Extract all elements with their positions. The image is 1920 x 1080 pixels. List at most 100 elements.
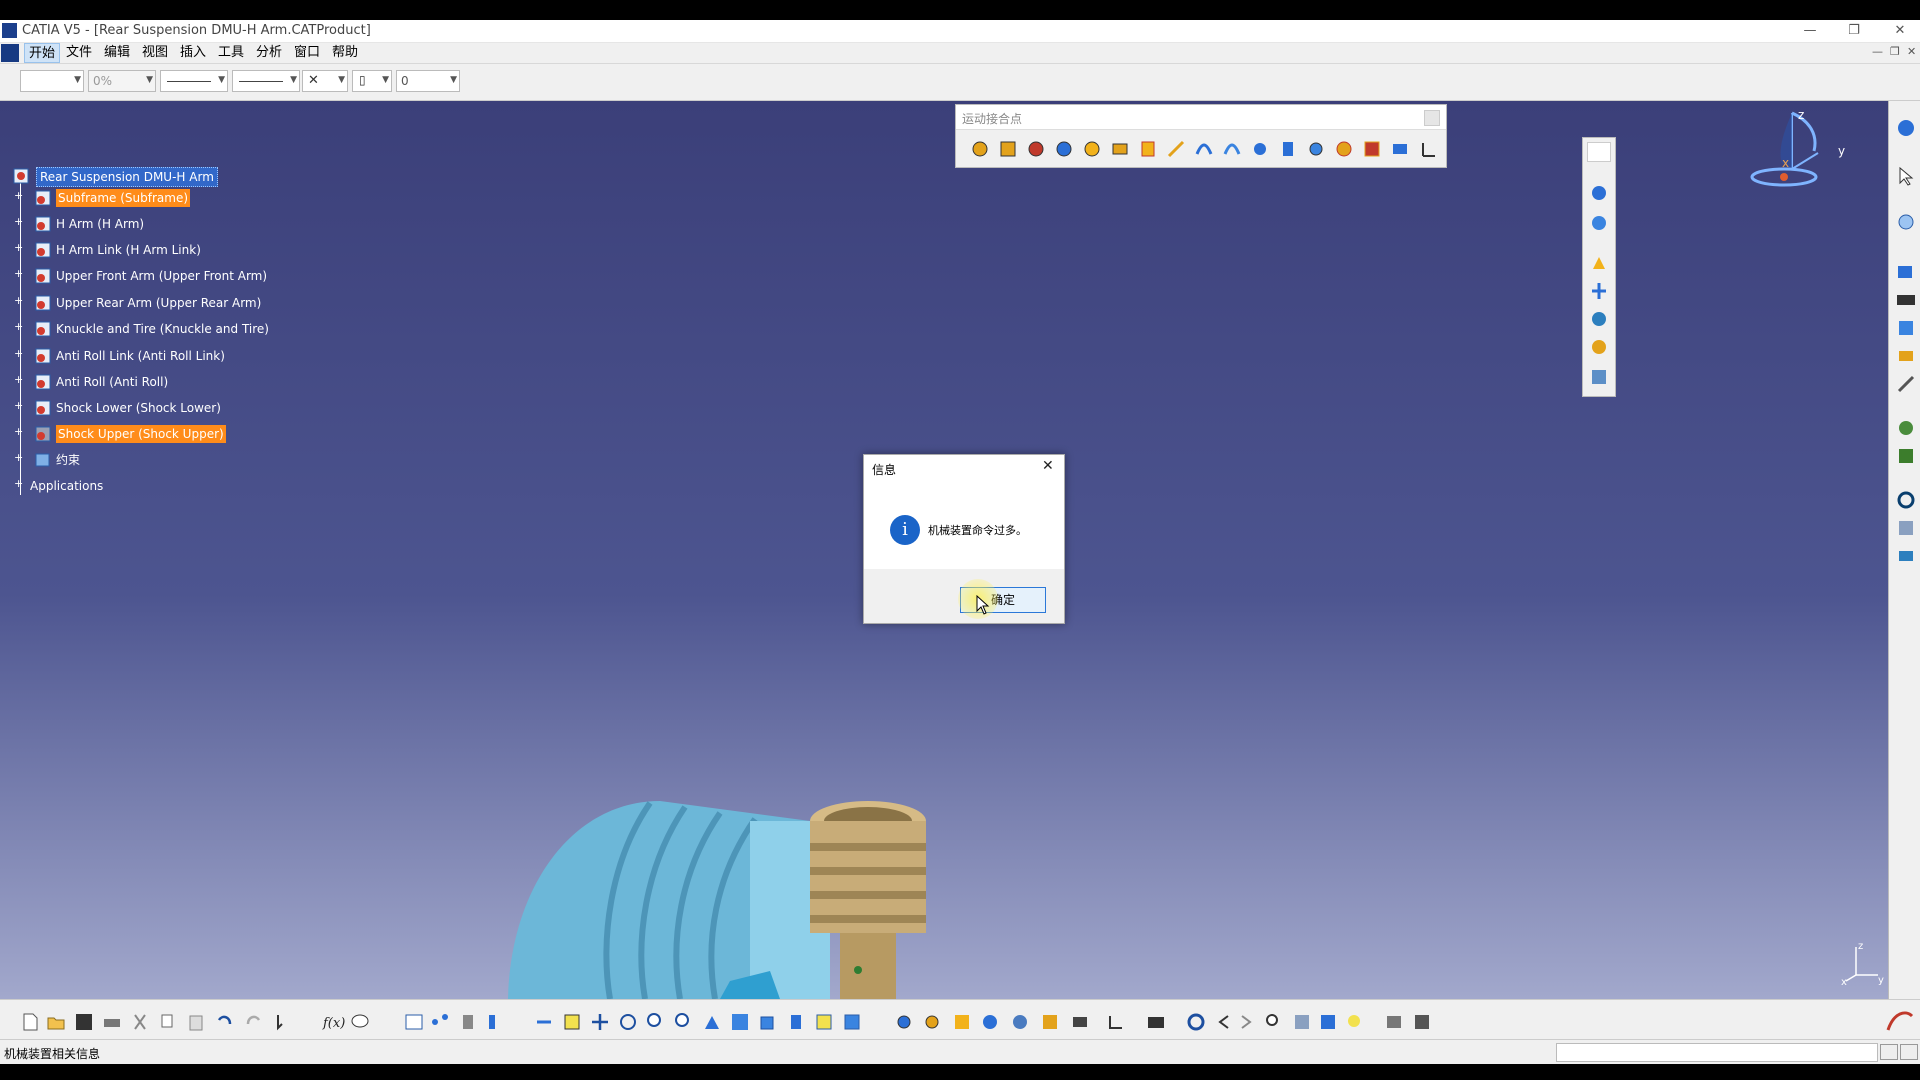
tree-item-shock-upper[interactable]: Shock Upper (Shock Upper) xyxy=(56,425,226,443)
tree-item-upper-rear-arm[interactable]: Upper Rear Arm (Upper Rear Arm) xyxy=(56,294,261,312)
expand-icon[interactable]: + xyxy=(14,477,23,490)
settings-icon[interactable] xyxy=(922,1012,942,1032)
publish-icon[interactable] xyxy=(458,1012,478,1032)
point-surface-joint-icon[interactable] xyxy=(1250,139,1270,159)
sensor-icon[interactable] xyxy=(1895,545,1917,567)
tree-item-upper-front-arm[interactable]: Upper Front Arm (Upper Front Arm) xyxy=(56,267,267,285)
suspension-model[interactable] xyxy=(480,721,960,999)
compass-icon[interactable]: z y x xyxy=(1748,105,1848,199)
rotate-icon[interactable] xyxy=(618,1012,638,1032)
properties-icon[interactable] xyxy=(486,1012,506,1032)
swept-volume-icon[interactable] xyxy=(1589,253,1609,273)
command-input[interactable] xyxy=(1556,1043,1878,1062)
swap-visible-icon[interactable] xyxy=(842,1012,862,1032)
line-type-combo[interactable]: ▼ xyxy=(232,70,300,92)
line-thickness-combo[interactable]: ▼ xyxy=(160,70,228,92)
simulation-icon[interactable] xyxy=(1589,183,1609,203)
search-icon[interactable] xyxy=(1264,1012,1284,1032)
dialog-close-icon[interactable]: ✕ xyxy=(1042,458,1054,474)
expand-icon[interactable]: + xyxy=(14,347,23,360)
light-icon[interactable] xyxy=(1344,1012,1364,1032)
fly-mode-icon[interactable] xyxy=(534,1012,554,1032)
network-icon[interactable] xyxy=(430,1012,450,1032)
point-curve-joint-icon[interactable] xyxy=(1166,139,1186,159)
manipulate-icon[interactable] xyxy=(1895,445,1917,467)
expand-icon[interactable]: + xyxy=(14,451,23,464)
whats-this-icon[interactable] xyxy=(274,1012,294,1032)
simulation-player-icon[interactable] xyxy=(1070,1012,1090,1032)
spherical-joint-icon[interactable] xyxy=(1082,139,1102,159)
paste-icon[interactable] xyxy=(186,1012,206,1032)
info-dialog[interactable]: 信息 ✕ i 机械装置命令过多。 确定 xyxy=(863,454,1065,624)
trace-icon[interactable] xyxy=(1589,281,1609,301)
menu-analysis[interactable]: 分析 xyxy=(252,43,286,63)
render-style-combo[interactable]: ▯ ▼ xyxy=(352,70,392,92)
tools-icon[interactable] xyxy=(1895,373,1917,395)
tree-item-anti-roll[interactable]: Anti Roll (Anti Roll) xyxy=(56,373,168,391)
zoom-out-icon[interactable] xyxy=(674,1012,694,1032)
tree-item-h-arm[interactable]: H Arm (H Arm) xyxy=(56,215,144,233)
expand-icon[interactable]: + xyxy=(14,373,23,386)
close-window-button[interactable]: ✕ xyxy=(1880,21,1920,41)
normal-view-icon[interactable] xyxy=(702,1012,722,1032)
expand-icon[interactable]: + xyxy=(14,320,23,333)
menu-start[interactable]: 开始 xyxy=(24,43,61,63)
toolbar-header[interactable]: 运动接合点 xyxy=(956,105,1446,130)
hide-show-icon[interactable] xyxy=(814,1012,834,1032)
save-icon[interactable] xyxy=(74,1012,94,1032)
expand-icon[interactable]: + xyxy=(14,241,23,254)
cylindrical-joint-icon[interactable] xyxy=(1026,139,1046,159)
revolute-joint-icon[interactable] xyxy=(970,139,990,159)
gear-icon[interactable] xyxy=(894,1012,914,1032)
mdi-restore-icon[interactable]: ❐ xyxy=(1890,45,1900,58)
analysis-icon[interactable] xyxy=(1895,417,1917,439)
expand-icon[interactable]: + xyxy=(14,215,23,228)
toolbar-close-icon[interactable] xyxy=(1424,110,1440,126)
dmu-icon[interactable] xyxy=(1895,117,1917,139)
clash-icon[interactable] xyxy=(1589,337,1609,357)
menu-edit[interactable]: 编辑 xyxy=(100,43,134,63)
cv-joint-icon[interactable] xyxy=(1306,139,1326,159)
comment-icon[interactable] xyxy=(350,1012,370,1032)
catalog-icon[interactable] xyxy=(1895,517,1917,539)
vertical-floating-toolbar[interactable] xyxy=(1582,137,1616,397)
tree-item-subframe[interactable]: Subframe (Subframe) xyxy=(56,189,191,207)
zoom-in-icon[interactable] xyxy=(646,1012,666,1032)
minimize-button[interactable]: — xyxy=(1790,21,1830,41)
print-icon[interactable] xyxy=(102,1012,122,1032)
menu-help[interactable]: 帮助 xyxy=(328,43,362,63)
cut-icon[interactable] xyxy=(130,1012,150,1032)
simulate-law-icon[interactable] xyxy=(1589,213,1609,233)
speed-acceleration-icon[interactable] xyxy=(1589,309,1609,329)
planar-joint-icon[interactable] xyxy=(1110,139,1130,159)
multi-view-icon[interactable] xyxy=(730,1012,750,1032)
expand-icon[interactable]: + xyxy=(14,189,23,202)
tree-item-h-arm-link[interactable]: H Arm Link (H Arm Link) xyxy=(56,241,201,259)
compass-tool-icon[interactable] xyxy=(1895,211,1917,233)
open-folder-icon[interactable] xyxy=(46,1012,66,1032)
assembly-constraint-icon[interactable] xyxy=(980,1012,1000,1032)
tree-item-shock-lower[interactable]: Shock Lower (Shock Lower) xyxy=(56,399,221,417)
expand-icon[interactable]: + xyxy=(14,425,23,438)
spiral-icon[interactable] xyxy=(1895,489,1917,511)
color-combo[interactable]: ▼ xyxy=(20,70,84,92)
new-file-icon[interactable] xyxy=(20,1012,40,1032)
menu-insert[interactable]: 插入 xyxy=(176,43,210,63)
undo-icon[interactable] xyxy=(214,1012,234,1032)
status-button-1[interactable] xyxy=(1880,1044,1898,1060)
mechanism-analysis-icon[interactable] xyxy=(1589,367,1609,387)
slide-curve-joint-icon[interactable] xyxy=(1194,139,1214,159)
point-symbol-combo[interactable]: ✕ ▼ xyxy=(302,70,348,92)
tree-item-applications[interactable]: Applications xyxy=(30,477,103,495)
mechanism-icon[interactable] xyxy=(1040,1012,1060,1032)
menu-view[interactable]: 视图 xyxy=(138,43,172,63)
layer-combo[interactable]: 0 ▼ xyxy=(396,70,460,92)
assembly-icon[interactable] xyxy=(1895,261,1917,283)
expand-icon[interactable]: + xyxy=(14,267,23,280)
expand-icon[interactable]: + xyxy=(14,399,23,412)
pan-icon[interactable] xyxy=(590,1012,610,1032)
mdi-minimize-icon[interactable]: — xyxy=(1872,45,1883,58)
film-icon[interactable] xyxy=(1895,289,1917,311)
copy-icon[interactable] xyxy=(158,1012,178,1032)
wrench-icon[interactable] xyxy=(1895,345,1917,367)
